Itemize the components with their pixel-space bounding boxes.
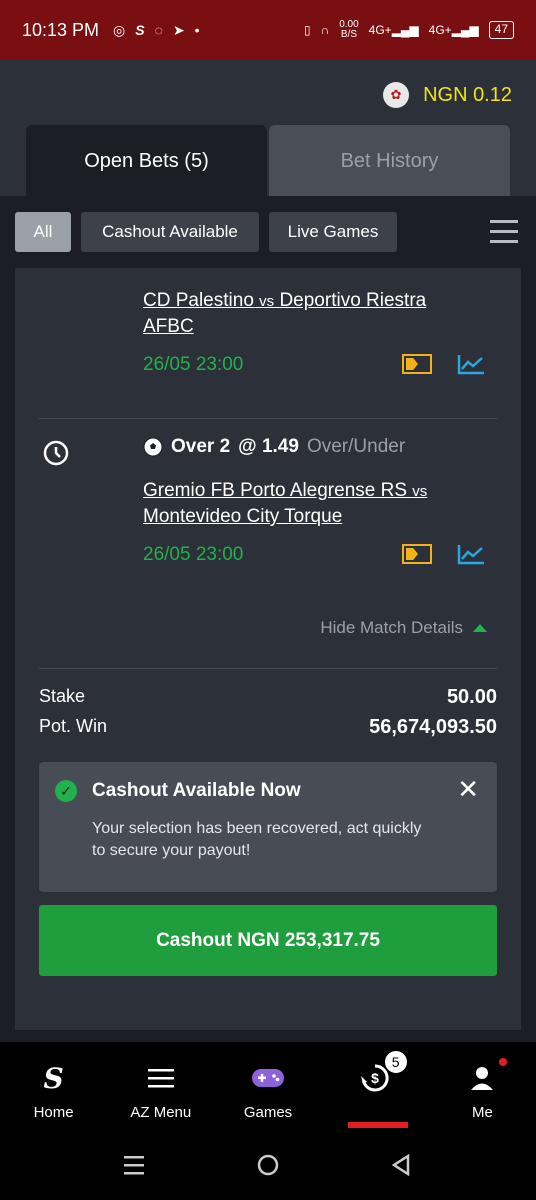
nav-az-menu-label: AZ Menu [130,1104,192,1121]
signal-2: 4G+▂▄▆ [428,23,479,37]
chrome-icon: ◎ [113,21,126,38]
whatsapp-icon: ◌ [154,22,163,38]
hide-match-details-toggle[interactable]: Hide Match Details [320,618,487,638]
filter-cashout-available[interactable]: Cashout Available [81,212,259,252]
kickoff-time: 26/05 23:00 [143,354,244,375]
stake-row: Stake 50.00 [39,686,497,709]
match-link[interactable]: CD Palestino vs Deportivo Riestra AFBC [143,288,473,339]
nav-me[interactable]: Me [429,1042,536,1134]
vs-label: vs [259,293,275,310]
net-speed-unit: B/S [340,29,357,40]
potential-win-value: 56,674,093.50 [369,716,497,738]
selection-market: Over/Under [306,436,406,457]
active-tab-indicator [347,1122,408,1128]
vibrate-icon: ▯ [303,23,311,37]
bet-card: CD Palestino vs Deportivo Riestra AFBC 2… [15,268,521,1030]
notification-icons: ◎ S ◌ ➤ • [113,22,200,39]
selection-pick: Over 2 [171,436,231,457]
potential-win-label: Pot. Win [39,716,108,736]
clock-icon [43,440,69,466]
potential-win-row: Pot. Win 56,674,093.50 [39,716,497,739]
notice-message: Your selection has been recovered, act q… [92,820,422,859]
live-tv-icon[interactable] [402,544,432,564]
sportybet-notif-icon: S [135,22,145,38]
net-speed: 0.00 B/S [339,20,358,40]
filter-live-games[interactable]: Live Games [269,212,397,252]
bet-tabs: Open Bets (5) Bet History [26,125,510,197]
stake-label: Stake [39,686,86,706]
headphones-icon: ∩ [320,23,330,37]
divider [39,418,497,419]
vs-label: vs [412,483,428,500]
selection-odds: @ 1.49 [238,436,299,457]
nav-me-label: Me [471,1104,493,1121]
stake-value: 50.00 [446,686,497,708]
profile-avatar[interactable]: ✿ [383,82,410,108]
recents-icon[interactable] [122,1154,146,1176]
cashout-notice: ✓ Cashout Available Now ✕ Your selection… [39,762,497,892]
more-dot-icon: • [194,22,200,38]
gamepad-icon [251,1062,285,1094]
stats-chart-icon[interactable] [457,543,485,565]
tab-open-bets[interactable]: Open Bets (5) [26,125,267,197]
signal-2-label: 4G+ [428,23,452,37]
filter-bar: All Cashout Available Live Games [0,196,536,268]
notice-title: Cashout Available Now [92,780,301,801]
match-link[interactable]: Gremio FB Porto Alegrense RS vs Montevid… [143,478,473,529]
list-menu-icon[interactable] [490,218,518,246]
cashout-button[interactable]: Cashout NGN 253,317.75 [39,905,497,976]
cashout-count-badge: 5 [383,1050,408,1074]
stats-chart-icon[interactable] [457,353,485,375]
nav-home[interactable]: S Home [0,1042,107,1134]
nav-games[interactable]: Games [214,1042,321,1134]
tab-bet-history[interactable]: Bet History [269,125,510,197]
system-nav-bar [0,1134,536,1200]
hide-details-label: Hide Match Details [320,618,463,637]
live-tv-icon[interactable] [402,354,432,374]
signal-1: 4G+▂▄▆ [368,23,419,37]
home-circle-icon[interactable] [256,1153,280,1177]
soccer-ball-icon [143,437,163,457]
nav-az-menu[interactable]: AZ Menu [107,1042,214,1134]
app-header: ✿ NGN 0.12 Open Bets (5) Bet History [0,60,536,197]
home-team: Gremio FB Porto Alegrense RS [143,480,407,501]
home-team: CD Palestino [143,290,254,311]
check-circle-icon: ✓ [55,780,77,802]
status-bar: 10:13 PM ◎ S ◌ ➤ • ▯ ∩ 0.00 B/S 4G+▂▄▆ 4… [0,0,536,60]
telegram-icon: ➤ [172,21,185,38]
kickoff-time: 26/05 23:00 [143,544,244,565]
balance-area[interactable]: ✿ NGN 0.12 [383,82,512,108]
svg-text:$: $ [371,1070,379,1086]
selection-row: Over 2 @ 1.49 Over/Under [143,436,405,458]
nav-cashout[interactable]: $ 5 [322,1042,429,1134]
away-team: Montevideo City Torque [143,506,343,527]
filter-all[interactable]: All [15,212,71,252]
bottom-nav: S Home AZ Menu Games $ 5 Me [0,1042,536,1134]
user-icon [469,1062,495,1094]
system-icons: ▯ ∩ 0.00 B/S 4G+▂▄▆ 4G+▂▄▆ 47 [304,20,514,40]
caret-up-icon [473,624,487,632]
nav-games-label: Games [243,1104,293,1121]
nav-home-label: Home [33,1104,74,1121]
battery-icon: 47 [488,21,514,39]
signal-1-label: 4G+ [368,23,392,37]
sportybet-logo-icon: S [43,1061,64,1095]
hamburger-icon [147,1062,175,1094]
back-icon[interactable] [390,1153,412,1177]
balance-amount: NGN 0.12 [423,83,512,106]
close-icon[interactable]: ✕ [457,776,479,802]
notification-dot [498,1058,507,1066]
status-time: 10:13 PM [22,19,100,40]
divider [39,668,497,669]
